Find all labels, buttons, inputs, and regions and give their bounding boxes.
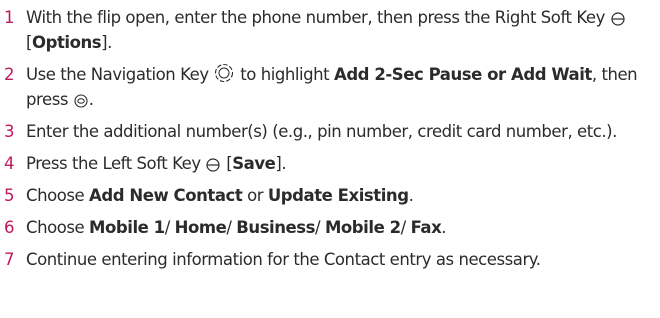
step-emphasis: Home [174, 218, 227, 237]
step-text: ]. [275, 154, 287, 173]
step-number: 6 [4, 218, 15, 237]
step-6: 6 Choose Mobile 1/ Home/ Business/ Mobil… [4, 215, 656, 240]
step-text: . [441, 218, 447, 237]
step-text: Press the Left Soft Key [26, 154, 206, 173]
step-1: 1 With the flip open, enter the phone nu… [4, 5, 656, 55]
step-emphasis: Fax [410, 218, 442, 237]
step-emphasis: Business [236, 218, 316, 237]
step-number: 7 [4, 250, 15, 269]
step-text: Choose [26, 218, 90, 237]
step-2: 2 Use the Navigation Key to highlight Ad… [4, 62, 656, 112]
step-text: / [164, 218, 175, 237]
navigation-key-icon [214, 63, 234, 83]
step-5: 5 Choose Add New Contact or Update Exist… [4, 183, 656, 208]
step-text: ]. [101, 33, 112, 52]
step-text: / [315, 218, 325, 237]
step-emphasis: Add 2-Sec Pause or Add Wait [334, 65, 592, 84]
step-text: Choose [26, 186, 90, 205]
step-text: Enter the additional number(s) (e.g., pi… [26, 122, 617, 141]
step-text: . [408, 186, 414, 205]
step-text: / [226, 218, 237, 237]
ok-key-icon [74, 94, 88, 108]
instruction-steps: 1 With the flip open, enter the phone nu… [4, 0, 656, 272]
step-emphasis: Mobile 1 [89, 218, 165, 237]
step-emphasis: Mobile 2 [324, 218, 401, 237]
soft-key-icon [611, 12, 625, 26]
step-number: 2 [4, 65, 15, 84]
step-text: Continue entering information for the Co… [26, 250, 541, 269]
step-text: / [400, 218, 411, 237]
step-text: to highlight [235, 65, 334, 84]
step-text: [ [221, 154, 233, 173]
step-emphasis: Save [232, 154, 276, 173]
step-emphasis: Options [32, 33, 102, 52]
soft-key-icon [206, 158, 221, 172]
step-emphasis: Update Existing [267, 186, 409, 205]
step-text: With the flip open, enter the phone numb… [26, 8, 610, 27]
step-number: 5 [4, 186, 15, 205]
step-emphasis: Add New Contact [89, 186, 243, 205]
step-text: Use the Navigation Key [26, 65, 214, 84]
step-7: 7 Continue entering information for the … [4, 247, 656, 272]
step-text: . [88, 90, 94, 109]
step-number: 4 [4, 154, 15, 173]
step-3: 3 Enter the additional number(s) (e.g., … [4, 119, 656, 144]
step-4: 4 Press the Left Soft Key [Save]. [4, 151, 656, 176]
step-number: 1 [4, 8, 15, 27]
step-number: 3 [4, 122, 15, 141]
step-text: or [242, 186, 268, 205]
